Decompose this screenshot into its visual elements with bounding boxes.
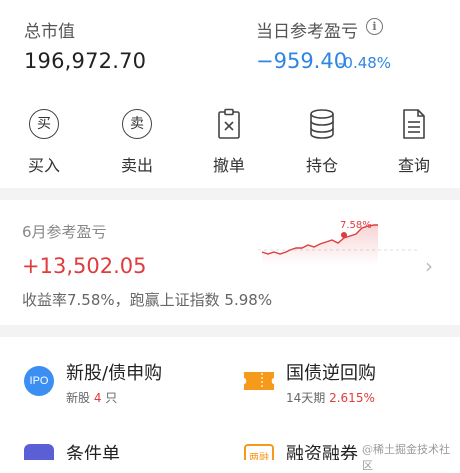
section-divider: [0, 325, 460, 337]
query-label: 查询: [397, 156, 430, 175]
sell-icon: 卖: [122, 109, 152, 139]
watermark: @稀土掘金技术社区: [362, 443, 450, 472]
monthly-pl-card[interactable]: 6月参考盈亏 +13,502.05 收益率7.58%，跑赢上证指数 5.98% …: [0, 200, 460, 325]
reverse-repo-subtitle: 14天期 2.615%: [286, 391, 375, 405]
total-value: 196,972.70: [24, 49, 147, 73]
sparkline-area: [262, 225, 378, 266]
info-icon[interactable]: i: [366, 18, 383, 35]
total-value-label: 总市值: [24, 22, 75, 42]
section-divider: [0, 188, 460, 200]
query-icon: [403, 109, 425, 139]
sparkline-peak-label: 7.58%: [340, 220, 372, 231]
margin-trading-icon: 两融: [244, 444, 274, 460]
chevron-right-icon: ›: [425, 254, 433, 278]
daily-pl-value: −959.40: [256, 49, 348, 73]
monthly-pl-value: +13,502.05: [22, 254, 147, 278]
daily-pl-percent: -0.48%: [338, 54, 392, 72]
ipo-subtitle: 新股 4 只: [66, 391, 118, 405]
ipo-subscription-item[interactable]: IPO 新股/债申购 新股 4 只: [0, 350, 230, 410]
monthly-pl-title: 6月参考盈亏: [22, 223, 107, 241]
monthly-sparkline: [258, 224, 418, 266]
sell-button[interactable]: 卖 卖出: [105, 104, 169, 176]
buy-icon: 买: [29, 109, 59, 139]
condition-order-item[interactable]: 条件单: [0, 430, 230, 460]
sell-label: 卖出: [120, 156, 153, 175]
sparkline-peak-dot: [341, 232, 347, 238]
reverse-repo-item[interactable]: 国债逆回购 14天期 2.615%: [230, 350, 460, 410]
monthly-pl-subtitle: 收益率7.58%，跑赢上证指数 5.98%: [22, 291, 273, 309]
daily-pl-label: 当日参考盈亏: [256, 22, 358, 42]
query-button[interactable]: 查询: [382, 104, 446, 176]
positions-button[interactable]: 持仓: [290, 104, 354, 176]
positions-icon: [310, 109, 334, 139]
cancel-order-button[interactable]: 撤单: [197, 104, 261, 176]
reverse-repo-title: 国债逆回购: [286, 363, 376, 384]
condition-order-title: 条件单: [66, 444, 120, 460]
margin-trading-title: 融资融券: [286, 444, 358, 460]
buy-label: 买入: [27, 156, 60, 175]
cancel-order-icon: [218, 108, 240, 139]
condition-order-icon: [24, 444, 54, 460]
ticket-icon: [244, 372, 274, 390]
ipo-title: 新股/债申购: [66, 363, 163, 384]
cancel-order-label: 撤单: [212, 156, 245, 175]
ipo-icon: IPO: [24, 366, 54, 396]
buy-button[interactable]: 买 买入: [12, 104, 76, 176]
positions-label: 持仓: [305, 156, 338, 175]
